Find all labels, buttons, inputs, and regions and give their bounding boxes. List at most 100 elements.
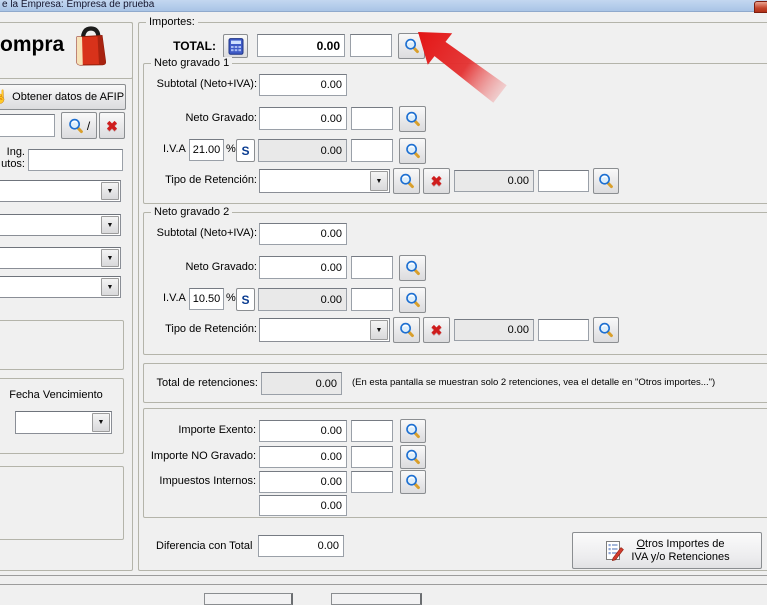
importe-no-gravado-field[interactable] xyxy=(259,446,347,468)
retencion-search-button-2[interactable] xyxy=(593,317,619,343)
left-box-a xyxy=(0,320,124,370)
subtotal-label: Subtotal (Neto+IVA): xyxy=(146,227,257,240)
delete-x-icon: ✖ xyxy=(431,174,443,188)
combo-4[interactable]: ▼ xyxy=(0,276,121,298)
total-amount-field[interactable] xyxy=(257,34,345,57)
iva-aux-field[interactable] xyxy=(351,139,393,162)
search-icon xyxy=(68,118,84,134)
chevron-down-icon[interactable]: ▼ xyxy=(370,320,388,340)
importe-exento-aux-field[interactable] xyxy=(351,420,393,442)
ing-brutos-input[interactable] xyxy=(28,149,123,171)
iva-search-button[interactable] xyxy=(399,287,426,313)
bottom-partial-button-1[interactable] xyxy=(204,593,293,605)
iva-amount-field xyxy=(258,139,347,162)
retencion-aux-field[interactable] xyxy=(538,170,589,192)
iva-pct-input[interactable] xyxy=(189,139,224,161)
retencion-search-button[interactable] xyxy=(393,317,420,343)
otros-importes-button[interactable]: Otros Importes deIVA y/o Retenciones xyxy=(572,532,762,569)
iva-pct-input[interactable] xyxy=(189,288,224,310)
retencion-delete-button[interactable]: ✖ xyxy=(423,168,450,194)
window-title: e la Empresa: Empresa de prueba xyxy=(2,0,154,10)
search-icon xyxy=(405,143,421,159)
chevron-down-icon[interactable]: ▼ xyxy=(101,249,119,267)
search-icon xyxy=(405,423,421,439)
search-icon xyxy=(404,38,420,54)
extra-amount-field[interactable] xyxy=(259,495,347,516)
impuestos-internos-search-button[interactable] xyxy=(400,470,426,494)
search-icon xyxy=(405,474,421,490)
neto-gravado-aux-field[interactable] xyxy=(351,256,393,279)
combo-1-value xyxy=(0,183,102,199)
importe-no-gravado-search-button[interactable] xyxy=(400,445,426,469)
afip-button-label: Obtener datos de AFIP xyxy=(12,91,124,103)
retencion-search-button-2[interactable] xyxy=(593,168,619,194)
importe-exento-field[interactable] xyxy=(259,420,347,442)
tipo-retencion-combo[interactable]: ▼ xyxy=(259,169,390,193)
s-label: S xyxy=(241,144,249,158)
diferencia-field[interactable] xyxy=(258,535,344,557)
retencion-delete-button[interactable]: ✖ xyxy=(423,317,450,343)
iva-search-button[interactable] xyxy=(399,138,426,164)
neto-gravado-1-box: Neto gravado 1 Subtotal (Neto+IVA): Neto… xyxy=(143,63,767,204)
search-icon xyxy=(405,449,421,465)
combo-1[interactable]: ▼ xyxy=(0,180,121,202)
tipo-retencion-value xyxy=(263,321,371,339)
total-aux-field[interactable] xyxy=(350,34,392,57)
calculator-icon xyxy=(228,38,244,55)
search-icon xyxy=(598,322,614,338)
diferencia-label: Diferencia con Total xyxy=(156,540,252,553)
chevron-down-icon[interactable]: ▼ xyxy=(101,216,119,234)
s-label: S xyxy=(241,293,249,307)
ing-brutos-label-line2: utos: xyxy=(0,158,25,171)
chevron-down-icon[interactable]: ▼ xyxy=(101,182,119,200)
chevron-down-icon[interactable]: ▼ xyxy=(92,413,110,432)
importe-exento-label: Importe Exento: xyxy=(144,424,256,437)
total-label: TOTAL: xyxy=(150,40,216,53)
obtener-datos-afip-button[interactable]: ☝ Obtener datos de AFIP xyxy=(0,84,126,110)
clear-search-button[interactable]: ✖ xyxy=(99,112,125,139)
tipo-retencion-label: Tipo de Retención: xyxy=(146,174,257,187)
iva-aux-field[interactable] xyxy=(351,288,393,311)
subtotal-field[interactable] xyxy=(259,223,347,245)
chevron-down-icon[interactable]: ▼ xyxy=(370,171,388,191)
neto-gravado-aux-field[interactable] xyxy=(351,107,393,130)
neto-gravado-field[interactable] xyxy=(259,256,347,279)
tipo-retencion-value xyxy=(263,172,371,190)
importe-exento-search-button[interactable] xyxy=(400,419,426,443)
neto-gravado-field[interactable] xyxy=(259,107,347,130)
chevron-down-icon[interactable]: ▼ xyxy=(101,278,119,296)
search-button[interactable]: / xyxy=(61,112,97,139)
neto-gravado-search-button[interactable] xyxy=(399,255,426,281)
iva-s-button[interactable]: S xyxy=(236,288,255,311)
total-search-button[interactable] xyxy=(398,33,425,59)
iva-label: I.V.A xyxy=(163,292,186,305)
close-button[interactable] xyxy=(754,1,767,13)
fecha-vencimiento-combo[interactable]: ▼ xyxy=(15,411,112,434)
search-icon xyxy=(399,322,415,338)
retencion-search-button[interactable] xyxy=(393,168,420,194)
impuestos-internos-field[interactable] xyxy=(259,471,347,493)
retencion-aux-field[interactable] xyxy=(538,319,589,341)
importes-varios-box: Importe Exento: Importe NO Gravado: Impu… xyxy=(143,408,767,518)
tipo-retencion-combo[interactable]: ▼ xyxy=(259,318,390,342)
neto-gravado-label: Neto Gravado: xyxy=(146,112,257,125)
bottom-partial-button-2[interactable] xyxy=(331,593,422,605)
combo-3[interactable]: ▼ xyxy=(0,247,121,269)
iva-amount-field xyxy=(258,288,347,311)
combo-2[interactable]: ▼ xyxy=(0,214,121,236)
hand-pointer-icon: ☝ xyxy=(0,89,8,105)
subtotal-field[interactable] xyxy=(259,74,347,96)
search-icon xyxy=(598,173,614,189)
calculator-button[interactable] xyxy=(223,34,248,58)
delete-x-icon: ✖ xyxy=(431,323,443,337)
iva-s-button[interactable]: S xyxy=(236,139,255,162)
neto-gravado-2-box: Neto gravado 2 Subtotal (Neto+IVA): Neto… xyxy=(143,212,767,355)
search-icon xyxy=(399,173,415,189)
fecha-vencimiento-box: Fecha Vencimiento ▼ xyxy=(0,378,124,454)
fecha-vencimiento-label: Fecha Vencimiento xyxy=(1,389,111,402)
search-input[interactable] xyxy=(0,114,55,137)
retencion-amount-field xyxy=(454,170,534,192)
importe-no-gravado-aux-field[interactable] xyxy=(351,446,393,468)
neto-gravado-search-button[interactable] xyxy=(399,106,426,132)
impuestos-internos-aux-field[interactable] xyxy=(351,471,393,493)
